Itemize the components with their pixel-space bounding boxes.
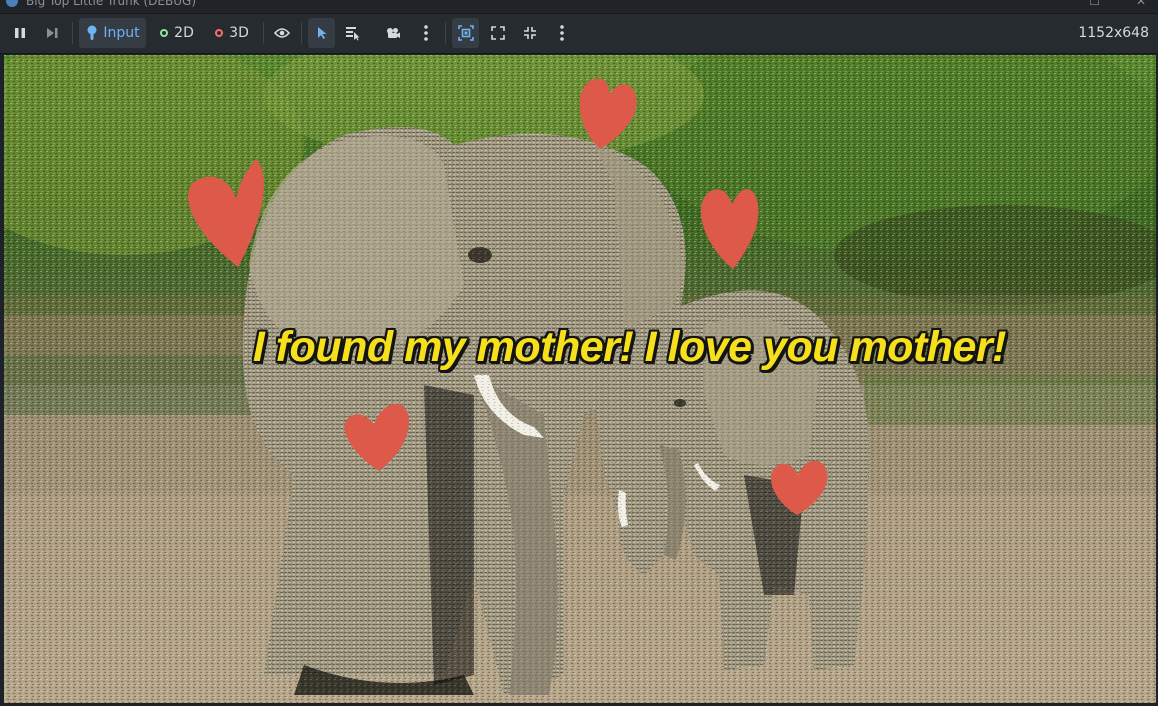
toolbar-separator <box>301 22 302 44</box>
maximize-window-icon[interactable]: ☐ <box>1089 0 1100 8</box>
embed-window-button[interactable] <box>452 18 479 48</box>
arrow-pointer-icon <box>317 27 326 39</box>
embed-window-icon <box>457 25 474 41</box>
list-select-button[interactable] <box>341 18 365 48</box>
step-frame-button[interactable] <box>40 18 64 48</box>
step-forward-icon <box>47 28 58 38</box>
circle-3d-icon <box>215 29 224 37</box>
input-label: Input <box>103 25 140 41</box>
scene-image <box>4 55 1156 703</box>
game-viewport[interactable]: I found my mother! I love you mother! <box>4 55 1156 703</box>
joystick-icon <box>87 25 97 40</box>
eye-icon <box>274 28 290 38</box>
toolbar-separator <box>445 22 446 44</box>
toolbar-separator <box>72 22 73 44</box>
fullscreen-button[interactable] <box>486 18 510 48</box>
pause-icon <box>15 28 25 38</box>
mode-3d-label: 3D <box>229 25 249 41</box>
close-window-icon[interactable]: ✕ <box>1136 0 1146 8</box>
window-titlebar: Big Top Little Trunk (DEBUG) ☐ ✕ <box>0 0 1158 14</box>
maximize-icon <box>524 27 536 39</box>
camera-options-button[interactable] <box>414 18 438 48</box>
mode-2d-button[interactable]: 2D <box>153 18 201 48</box>
camera-icon <box>387 28 400 38</box>
input-toggle-button[interactable]: Input <box>79 18 146 48</box>
vertical-dots-icon <box>560 25 564 41</box>
vertical-dots-icon <box>424 25 428 41</box>
game-toolbar: Input 2D 3D 1152x648 <box>0 14 1158 54</box>
maximize-game-button[interactable] <box>518 18 542 48</box>
pause-button[interactable] <box>8 18 32 48</box>
mode-3d-button[interactable]: 3D <box>207 18 257 48</box>
mode-2d-label: 2D <box>174 25 194 41</box>
list-select-icon <box>346 27 360 41</box>
visibility-button[interactable] <box>270 18 294 48</box>
dialogue-caption: I found my mother! I love you mother! <box>252 323 1007 371</box>
window-title: Big Top Little Trunk (DEBUG) <box>26 0 196 8</box>
camera-override-button[interactable] <box>381 18 405 48</box>
resolution-label: 1152x648 <box>1078 25 1149 41</box>
circle-2d-icon <box>160 29 169 37</box>
expand-icon <box>491 26 505 40</box>
toolbar-separator <box>263 22 264 44</box>
app-icon <box>6 0 18 7</box>
select-tool-button[interactable] <box>308 18 335 48</box>
embed-options-button[interactable] <box>550 18 574 48</box>
